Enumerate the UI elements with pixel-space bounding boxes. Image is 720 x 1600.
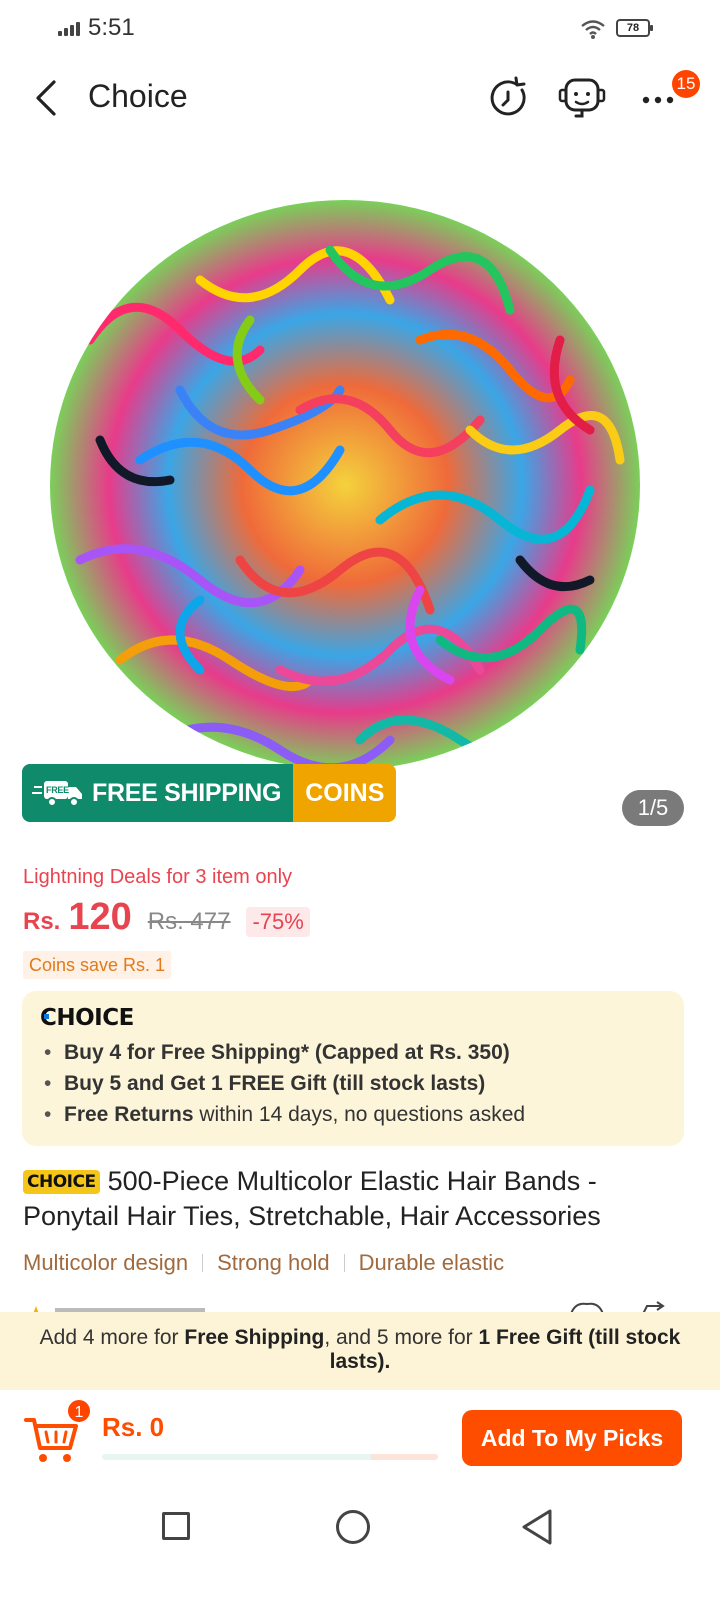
system-navigation-bar [0,1486,720,1600]
add-to-my-picks-button[interactable]: Add To My Picks [462,1410,682,1466]
lightning-deal-text: Lightning Deals for 3 item only [23,866,293,888]
back-nav-button[interactable] [520,1508,556,1546]
price-row: Rs. 120 Rs. 477 -75% [23,896,310,940]
shipping-progress-promo: Add 4 more for Free Shipping, and 5 more… [0,1312,720,1390]
back-button[interactable] [28,76,68,120]
choice-benefits-box[interactable]: CHOICE Buy 4 for Free Shipping* (Capped … [22,991,684,1146]
divider [202,1254,204,1272]
discount-badge: -75% [246,907,310,937]
choice-logo: CHOICE [40,1005,134,1031]
customer-service-icon[interactable] [556,72,608,124]
product-image[interactable] [0,140,720,840]
cart-bar: 1 Rs. 0 Add To My Picks [0,1390,720,1486]
free-shipping-text: FREE SHIPPING [92,778,282,807]
cart-total: Rs. 0 [102,1412,165,1442]
status-bar: 5:51 78 [0,0,720,56]
choice-benefit-item: Buy 4 for Free Shipping* (Capped at Rs. … [44,1037,525,1068]
wifi-icon [581,20,605,39]
home-button[interactable] [336,1510,370,1544]
feature-row: Multicolor design Strong hold Durable el… [23,1250,504,1276]
free-shipping-banner: FREE FREE SHIPPING COINS [22,764,397,822]
battery-icon: 78 [616,19,653,37]
cart-badge: 1 [66,1398,92,1424]
history-icon[interactable] [482,72,534,124]
coins-label: COINS [293,764,397,822]
divider [343,1254,345,1272]
status-time: 5:51 [88,14,135,41]
price-current: 120 [68,896,132,938]
feature-item: Strong hold [217,1250,330,1275]
page-title: Choice [88,78,188,114]
hair-bands-photo [50,200,640,770]
coins-save-badge: Coins save Rs. 1 [23,951,172,979]
choice-benefit-item: Free Returns within 14 days, no question… [44,1099,525,1130]
recent-apps-button[interactable] [162,1512,190,1540]
choice-benefit-item: Buy 5 and Get 1 FREE Gift (till stock la… [44,1068,525,1099]
product-title-text: 500-Piece Multicolor Elastic Hair Bands … [23,1166,601,1231]
truck-icon: FREE [32,781,82,807]
cart-progress-bar [102,1454,438,1460]
feature-item: Multicolor design [23,1250,189,1275]
free-shipping-label: FREE FREE SHIPPING [22,764,294,822]
feature-item: Durable elastic [358,1250,505,1275]
image-counter: 1/5 [622,790,684,826]
signal-icon [58,22,82,36]
price-currency: Rs. [23,908,61,935]
svg-text:FREE: FREE [46,785,69,795]
choice-tag: CHOICE [23,1170,100,1194]
price-original: Rs. 477 [147,908,231,935]
product-title: CHOICE 500-Piece Multicolor Elastic Hair … [23,1164,693,1234]
header: Choice 15 [0,56,720,140]
notification-badge: 15 [672,70,700,98]
choice-benefits-list: Buy 4 for Free Shipping* (Capped at Rs. … [44,1037,525,1130]
